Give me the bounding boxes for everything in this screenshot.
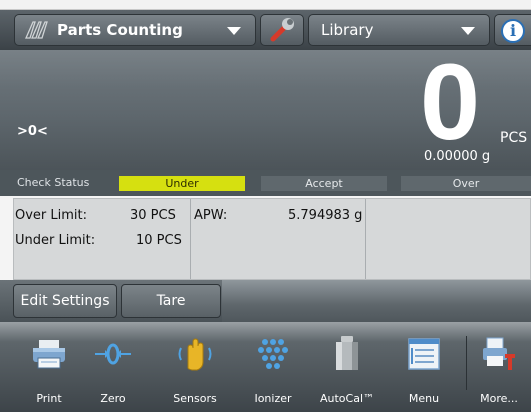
- printer-icon: [33, 340, 65, 369]
- wrench-icon: [270, 18, 294, 42]
- divider: [365, 199, 366, 279]
- bottom-toolbar: Print Zero Sensors Ionizer AutoCal™ Menu…: [0, 322, 531, 412]
- under-limit-value: 10 PCS: [136, 233, 182, 248]
- under-limit-label: Under Limit:: [15, 233, 96, 248]
- center-of-zero-indicator: >0<: [17, 124, 48, 139]
- calibration-weight-icon: [336, 336, 358, 370]
- status-over: Over: [401, 176, 531, 191]
- settings-wrench-button[interactable]: [260, 14, 304, 46]
- chevron-down-icon: [227, 27, 241, 35]
- primary-count-value: 0: [420, 41, 481, 162]
- chevron-down-icon: [461, 27, 475, 35]
- parts-counting-icon: [21, 17, 51, 43]
- more-icon: [483, 337, 515, 370]
- zero-button[interactable]: Zero: [80, 328, 146, 408]
- apw-label: APW:: [194, 208, 228, 223]
- edit-settings-button[interactable]: Edit Settings: [13, 284, 117, 318]
- apw-value: 5.794983 g: [288, 208, 363, 223]
- hand-sensor-icon: [178, 338, 212, 371]
- library-label: Library: [321, 21, 374, 39]
- weight-display: >0< 0 PCS 0.00000 g: [0, 42, 531, 170]
- primary-unit: PCS: [500, 130, 528, 146]
- autocal-button[interactable]: AutoCal™: [314, 328, 380, 408]
- top-frame: [0, 0, 531, 10]
- print-button[interactable]: Print: [16, 328, 82, 408]
- divider: [190, 199, 191, 279]
- menu-label: Menu: [408, 392, 440, 405]
- secondary-weight-value: 0.00000 g: [424, 149, 491, 164]
- ionizer-label: Ionizer: [254, 392, 292, 405]
- print-label: Print: [36, 392, 62, 405]
- more-button[interactable]: More...: [466, 328, 531, 408]
- zero-icon: [95, 343, 131, 365]
- info-button[interactable]: i: [494, 14, 531, 46]
- status-accept: Accept: [261, 176, 387, 191]
- check-status-bar: Check Status Under Accept Over: [0, 170, 531, 196]
- check-status-label: Check Status: [17, 176, 90, 189]
- more-label: More...: [480, 392, 518, 405]
- over-limit-label: Over Limit:: [15, 208, 88, 223]
- application-name: Parts Counting: [57, 21, 183, 39]
- action-button-strip: Edit Settings Tare: [0, 280, 531, 322]
- sensors-button[interactable]: Sensors: [162, 328, 228, 408]
- ionizer-button[interactable]: Ionizer: [240, 328, 306, 408]
- over-limit-value: 30 PCS: [130, 208, 176, 223]
- sensors-label: Sensors: [173, 392, 217, 405]
- zero-label: Zero: [100, 392, 126, 405]
- ionizer-icon: [258, 339, 288, 369]
- menu-button[interactable]: Menu: [391, 328, 457, 408]
- application-selector[interactable]: Parts Counting: [14, 14, 256, 46]
- info-icon: i: [501, 19, 525, 43]
- tare-button[interactable]: Tare: [121, 284, 221, 318]
- balance-screen: Parts Counting Library i >0< 0 PCS 0.000…: [0, 0, 531, 412]
- menu-icon: [408, 338, 440, 370]
- autocal-label: AutoCal™: [319, 392, 375, 405]
- reference-info-panel: Over Limit: 30 PCS Under Limit: 10 PCS A…: [13, 198, 531, 280]
- status-under: Under: [119, 176, 245, 191]
